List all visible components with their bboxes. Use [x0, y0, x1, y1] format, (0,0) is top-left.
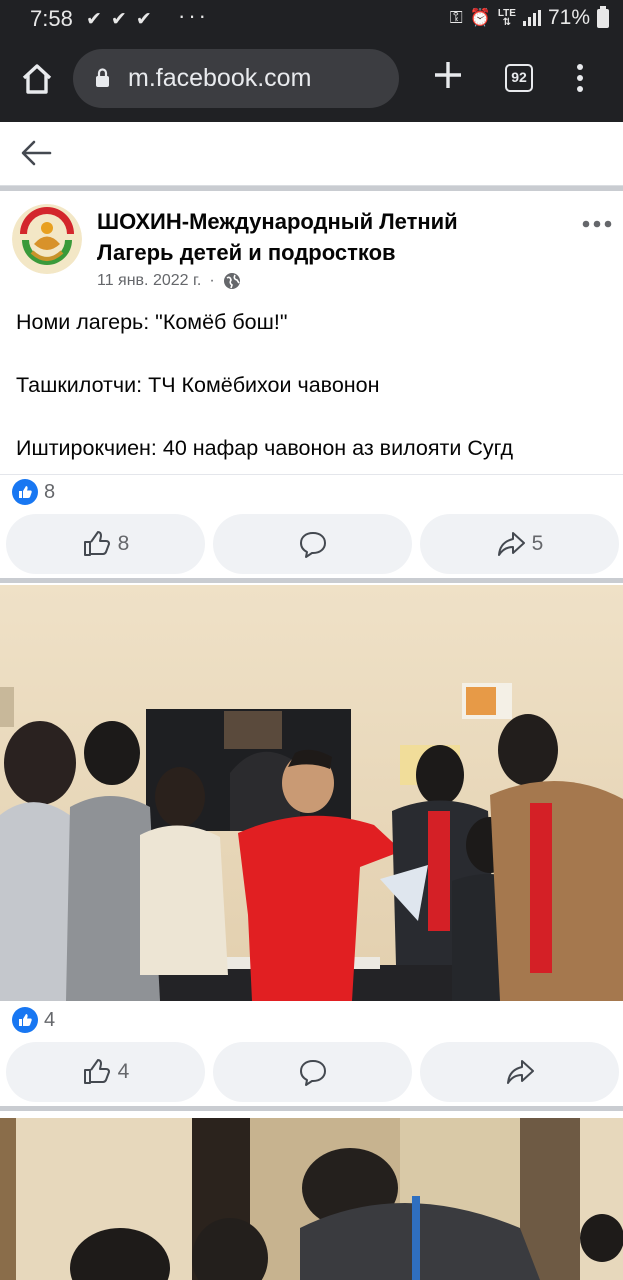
browser-menu-icon[interactable] [571, 62, 589, 94]
section-separator [0, 578, 623, 583]
more-options-icon[interactable] [582, 218, 612, 230]
like-reaction-icon [12, 479, 38, 505]
like-count: 4 [117, 1060, 130, 1083]
home-icon[interactable] [18, 60, 56, 98]
divider [0, 474, 623, 475]
thumbs-up-icon [83, 531, 110, 556]
reaction-count: 8 [44, 480, 56, 503]
lock-icon [96, 68, 109, 87]
new-tab-icon[interactable] [431, 58, 465, 92]
tab-switcher-button[interactable]: 92 [505, 64, 533, 92]
thumbs-up-icon [83, 1059, 110, 1084]
lte-icon: LTE ⇅ [497, 8, 516, 28]
post-meta: 11 янв. 2022 г. · [97, 272, 241, 290]
like-count: 8 [117, 532, 130, 555]
share-count: 5 [531, 532, 544, 555]
signal-icon [522, 10, 541, 26]
address-bar[interactable]: m.facebook.com [73, 49, 399, 108]
clock: 7:58 [30, 6, 73, 31]
section-separator [0, 186, 623, 191]
status-icons: ⚿ ⏰ LTE ⇅ 71% [449, 5, 609, 30]
battery-icon [597, 5, 609, 28]
share-button[interactable]: 5 [420, 514, 619, 574]
meta-separator: · [209, 272, 215, 289]
comment-button[interactable] [213, 514, 412, 574]
classroom-photo [0, 585, 623, 1001]
share-arrow-icon [497, 532, 525, 556]
comment-icon [299, 1060, 326, 1086]
comment-icon [299, 532, 326, 558]
post-date[interactable]: 11 янв. 2022 г. [97, 272, 201, 290]
reaction-summary[interactable]: 4 [12, 1007, 55, 1033]
like-button[interactable]: 8 [6, 514, 205, 574]
post-text-line: Иштирокчиен: 40 нафар чавонон аз вилояти… [16, 436, 514, 460]
share-arrow-icon [506, 1060, 534, 1084]
comment-button[interactable] [213, 1042, 412, 1102]
classroom-photo [0, 1118, 623, 1280]
camp-logo-icon [12, 204, 82, 274]
back-arrow-icon[interactable] [20, 139, 52, 167]
post-text-line: Номи лагерь: "Комёб бош!" [16, 310, 288, 334]
tab-count: 92 [511, 69, 527, 85]
url-text: m.facebook.com [128, 64, 312, 92]
page-name[interactable]: ШОХИН-Международный Летний Лагерь детей … [97, 206, 517, 268]
post-text-line: Ташкилотчи: ТЧ Комёбихои чавонон [16, 373, 380, 397]
like-reaction-icon [12, 1007, 38, 1033]
page-avatar[interactable] [12, 204, 82, 274]
like-button[interactable]: 4 [6, 1042, 205, 1102]
post-photo[interactable] [0, 1118, 623, 1280]
key-icon: ⚿ [449, 8, 463, 27]
alarm-icon: ⏰ [469, 8, 491, 27]
share-button[interactable] [420, 1042, 619, 1102]
more-notifications-icon: ··· [178, 3, 209, 28]
notification-check-icons: ✔✔✔ [86, 9, 161, 30]
post-photo[interactable] [0, 585, 623, 1001]
globe-icon [223, 273, 240, 289]
status-bar: 7:58 ✔✔✔ ··· ⚿ ⏰ LTE ⇅ 71% [0, 0, 623, 38]
page-header [0, 122, 623, 186]
browser-toolbar: m.facebook.com 92 [0, 38, 623, 122]
section-separator [0, 1106, 623, 1111]
reaction-summary[interactable]: 8 [12, 479, 55, 505]
reaction-count: 4 [44, 1008, 56, 1031]
battery-percent: 71% [547, 6, 590, 29]
